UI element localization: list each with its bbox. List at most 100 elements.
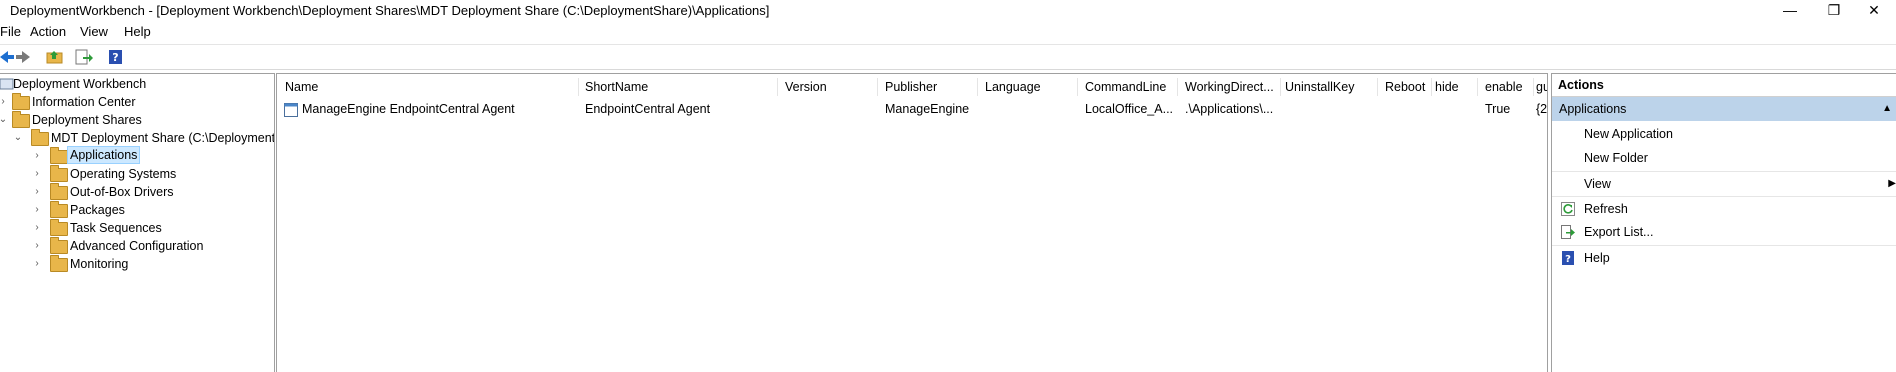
action-new-folder[interactable]: New Folder [1552, 146, 1896, 170]
action-label: Export List... [1584, 225, 1654, 239]
folder-icon [12, 111, 30, 128]
folder-icon [12, 93, 30, 110]
cell-guid: {2 [1536, 102, 1547, 116]
folder-icon [50, 255, 68, 272]
tree-label: Task Sequences [70, 221, 162, 235]
cell-shortname: EndpointCentral Agent [585, 102, 711, 116]
menu-action[interactable]: Action [30, 24, 66, 39]
cell-name: ManageEngine EndpointCentral Agent [302, 102, 515, 116]
chevron-right-icon[interactable]: › [32, 183, 42, 201]
restore-button[interactable]: ❐ [1812, 0, 1856, 22]
column-divider[interactable] [1431, 78, 1432, 96]
menu-help[interactable]: Help [124, 24, 151, 39]
action-export-list[interactable]: Export List... [1552, 220, 1896, 244]
column-header-uninstallkey[interactable]: UninstallKey [1285, 78, 1375, 96]
column-header-publisher[interactable]: Publisher [885, 78, 975, 96]
chevron-right-icon[interactable]: › [32, 165, 42, 183]
column-divider[interactable] [877, 78, 878, 96]
cell-reboot [1385, 100, 1429, 118]
action-label: Help [1584, 251, 1610, 265]
cell-language [985, 100, 1075, 118]
column-header-workingdirectory[interactable]: WorkingDirect... [1185, 78, 1277, 96]
menu-view[interactable]: View [80, 24, 108, 39]
close-button[interactable]: ✕ [1852, 0, 1896, 22]
help-icon[interactable]: ? [107, 49, 125, 65]
tree-item-mdt-deployment-share[interactable]: ⌄ MDT Deployment Share (C:\DeploymentSha… [0, 129, 274, 147]
folder-icon [50, 219, 68, 236]
export-list-icon[interactable] [75, 49, 93, 65]
action-view[interactable]: View ▶ [1552, 171, 1896, 196]
chevron-right-icon[interactable]: › [0, 93, 8, 111]
action-refresh[interactable]: Refresh [1552, 196, 1896, 221]
cell-version [785, 100, 875, 118]
column-divider[interactable] [1377, 78, 1378, 96]
column-divider[interactable] [1533, 78, 1534, 96]
actions-header: Actions [1552, 74, 1896, 97]
up-folder-icon[interactable] [46, 49, 64, 65]
tree-label: Information Center [32, 95, 136, 109]
chevron-down-icon[interactable]: ⌄ [0, 111, 8, 129]
folder-icon [50, 183, 68, 200]
folder-icon [50, 237, 68, 254]
application-icon [284, 103, 298, 117]
tree-label: Operating Systems [70, 167, 177, 181]
chevron-right-icon[interactable]: › [32, 201, 42, 219]
column-header-name[interactable]: Name [285, 78, 525, 96]
column-header-shortname[interactable]: ShortName [585, 78, 775, 96]
column-header-enable[interactable]: enable [1485, 78, 1531, 96]
tree-label: Packages [70, 203, 125, 217]
actions-section-applications[interactable]: Applications ▲ [1552, 97, 1896, 121]
workbench-icon [0, 78, 14, 90]
tree-label: Out-of-Box Drivers [70, 185, 174, 199]
column-divider[interactable] [1177, 78, 1178, 96]
cell-publisher: ManageEngine [885, 102, 970, 116]
folder-icon [31, 129, 49, 146]
action-label: Refresh [1584, 202, 1628, 216]
column-header-reboot[interactable]: Reboot [1385, 78, 1429, 96]
cell-workingdirectory: .\Applications\... [1185, 102, 1274, 116]
tree-label: Applications [67, 146, 141, 164]
chevron-down-icon[interactable]: ⌄ [13, 129, 23, 147]
chevron-right-icon[interactable]: › [32, 147, 42, 165]
column-divider[interactable] [977, 78, 978, 96]
column-header-version[interactable]: Version [785, 78, 875, 96]
tree-label: Deployment Workbench [13, 77, 147, 91]
column-header-language[interactable]: Language [985, 78, 1075, 96]
tree-label: Deployment Shares [32, 113, 142, 127]
refresh-icon [1561, 202, 1575, 216]
applications-list: Name ShortName Version Publisher Languag… [276, 73, 1548, 372]
menu-file[interactable]: File [0, 24, 21, 39]
export-list-icon [1561, 225, 1575, 239]
tree-label: Monitoring [70, 257, 129, 271]
action-help[interactable]: ? Help [1552, 245, 1896, 270]
help-icon: ? [1562, 251, 1574, 265]
actions-section-label: Applications [1559, 102, 1627, 116]
folder-icon [50, 165, 68, 182]
action-new-application[interactable]: New Application [1552, 122, 1896, 146]
column-divider[interactable] [1477, 78, 1478, 96]
cell-enable: True [1485, 102, 1511, 116]
tree-label: MDT Deployment Share (C:\DeploymentShare… [51, 131, 275, 145]
column-header-commandline[interactable]: CommandLine [1085, 78, 1175, 96]
column-header-guid[interactable]: gu [1536, 78, 1547, 96]
chevron-right-icon[interactable]: › [32, 255, 42, 273]
column-divider[interactable] [578, 78, 579, 96]
column-divider[interactable] [777, 78, 778, 96]
submenu-arrow-icon: ▶ [1888, 178, 1896, 189]
cell-hide [1435, 100, 1475, 118]
cell-commandline: LocalOffice_A... [1085, 102, 1174, 116]
folder-icon [50, 201, 68, 218]
column-header-hide[interactable]: hide [1435, 78, 1475, 96]
minimize-button[interactable]: — [1768, 0, 1812, 22]
action-label: New Folder [1584, 151, 1648, 165]
actions-pane: Actions Applications ▲ New Application N… [1551, 73, 1896, 372]
action-label: View [1584, 177, 1611, 191]
column-divider[interactable] [1280, 78, 1281, 96]
forward-icon[interactable] [14, 49, 32, 65]
action-label: New Application [1584, 127, 1673, 141]
window-title: DeploymentWorkbench - [Deployment Workbe… [10, 3, 770, 18]
column-divider[interactable] [1077, 78, 1078, 96]
collapse-arrow-icon[interactable]: ▲ [1882, 97, 1892, 121]
chevron-right-icon[interactable]: › [32, 219, 42, 237]
chevron-right-icon[interactable]: › [32, 237, 42, 255]
